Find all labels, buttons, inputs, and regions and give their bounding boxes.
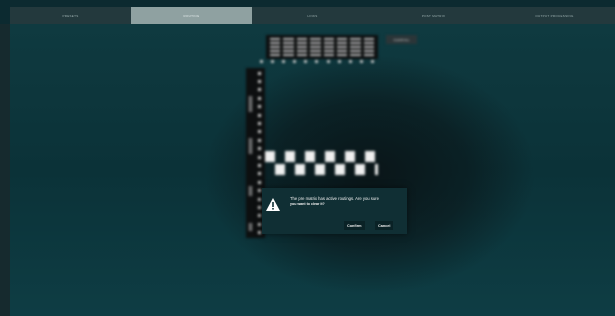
blurred-matrix: CLEAR ALL bbox=[10, 24, 615, 316]
matrix-column-numbers bbox=[256, 60, 378, 66]
left-band bbox=[0, 24, 10, 316]
column-label bbox=[363, 38, 374, 56]
app-frame: PRESETS ROUTING LINKS POST MATRIX OUTPUT… bbox=[0, 0, 615, 316]
matrix-column-headers bbox=[266, 35, 378, 59]
routing-stage: CLEAR ALL bbox=[10, 24, 615, 316]
tab-post-matrix[interactable]: POST MATRIX bbox=[373, 7, 494, 24]
column-label bbox=[336, 38, 348, 56]
warning-icon bbox=[266, 198, 280, 211]
dialog-message: The pre matrix has active routings. Are … bbox=[290, 196, 402, 207]
dialog-message-line2: you want to clear it? bbox=[290, 201, 325, 206]
column-label bbox=[350, 38, 361, 56]
row-label bbox=[249, 223, 253, 231]
column-label bbox=[283, 38, 294, 56]
tab-presets[interactable]: PRESETS bbox=[10, 7, 131, 24]
clear-all-button[interactable]: CLEAR ALL bbox=[386, 35, 417, 44]
row-label bbox=[249, 96, 253, 112]
tab-links[interactable]: LINKS bbox=[252, 7, 373, 24]
column-label bbox=[310, 38, 321, 56]
column-label bbox=[323, 38, 334, 56]
top-nav: PRESETS ROUTING LINKS POST MATRIX OUTPUT… bbox=[10, 7, 615, 24]
tab-output-processing[interactable]: OUTPUT PROCESSING bbox=[494, 7, 615, 24]
routing-crosspoints bbox=[265, 151, 378, 177]
column-label bbox=[296, 38, 308, 56]
column-label bbox=[270, 38, 281, 56]
row-label bbox=[249, 186, 253, 196]
cancel-button[interactable]: Cancel bbox=[375, 221, 394, 230]
tab-routing[interactable]: ROUTING bbox=[131, 7, 252, 24]
confirm-button[interactable]: Confirm bbox=[344, 221, 365, 230]
row-label bbox=[249, 138, 253, 154]
clear-confirm-dialog: The pre matrix has active routings. Are … bbox=[262, 188, 407, 234]
